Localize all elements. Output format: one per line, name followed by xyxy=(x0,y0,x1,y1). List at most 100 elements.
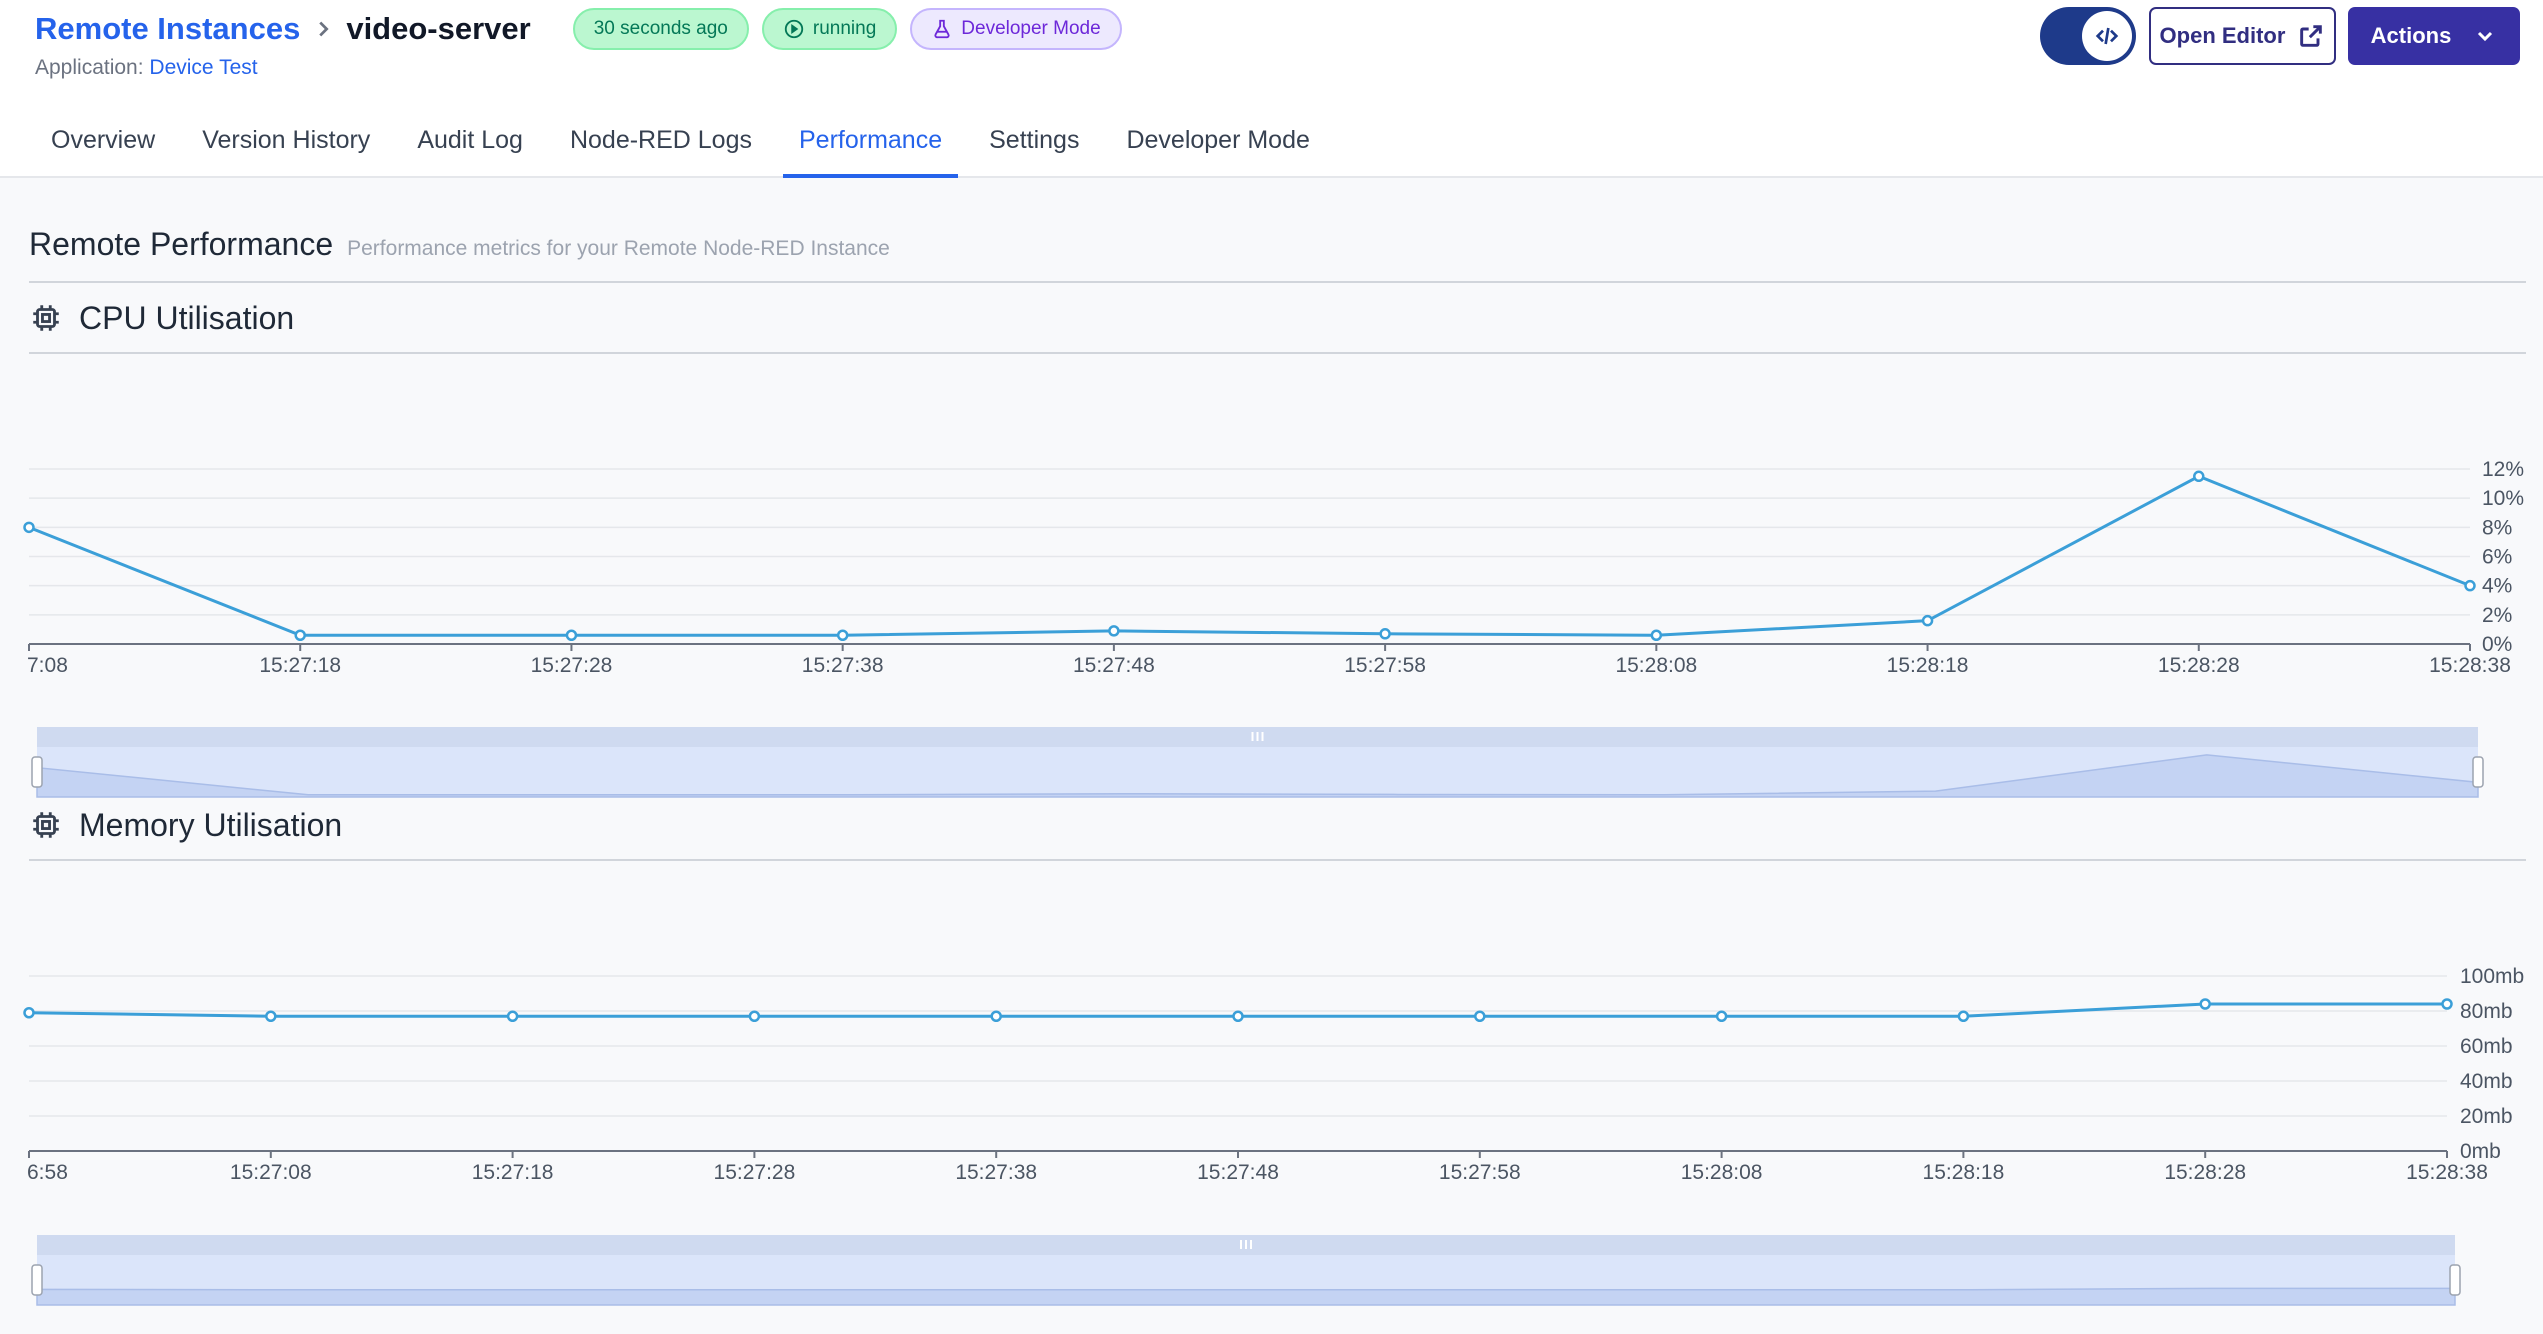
x-tick-label: 15:28:18 xyxy=(1887,654,1969,677)
x-tick-label: 15:27:38 xyxy=(955,1161,1037,1184)
last-seen-badge-label: 30 seconds ago xyxy=(593,18,728,39)
x-tick-label: 15:28:38 xyxy=(2406,1161,2488,1184)
data-point xyxy=(2199,998,2211,1010)
zoom-handle xyxy=(31,1264,43,1296)
memory-zoom-slider[interactable] xyxy=(0,1228,2543,1318)
application-line: Application: Device Test xyxy=(35,56,258,80)
data-point xyxy=(2464,579,2476,592)
tab-settings[interactable]: Settings xyxy=(973,110,1095,178)
x-tick-label: 15:27:18 xyxy=(472,1161,554,1184)
x-tick-label: 15:28:08 xyxy=(1681,1161,1763,1184)
tab-bar: Overview Version History Audit Log Node-… xyxy=(35,110,1341,178)
y-tick-label: 10% xyxy=(2482,487,2524,510)
x-tick-label: 15:27:28 xyxy=(714,1161,796,1184)
status-badge: running xyxy=(761,8,898,50)
y-tick-label: 4% xyxy=(2482,575,2512,598)
y-tick-label: 100mb xyxy=(2460,965,2524,988)
data-point xyxy=(1650,629,1663,641)
data-point xyxy=(265,1010,277,1022)
external-link-icon xyxy=(2300,25,2323,47)
breadcrumb-remote-instances-link[interactable]: Remote Instances xyxy=(35,11,300,47)
data-point xyxy=(1379,628,1391,640)
data-point xyxy=(506,1010,519,1022)
tab-audit-log-label: Audit Log xyxy=(417,126,523,154)
page-header: Remote Instances video-server 30 seconds… xyxy=(0,0,2543,178)
actions-label: Actions xyxy=(2370,23,2452,48)
developer-mode-badge-label: Developer Mode xyxy=(961,18,1101,39)
tab-overview-label: Overview xyxy=(51,126,156,154)
x-tick-label: 15:28:28 xyxy=(2158,654,2240,677)
application-link[interactable]: Device Test xyxy=(149,56,257,79)
section-subtitle: Performance metrics for your Remote Node… xyxy=(347,237,890,260)
chip-icon xyxy=(33,305,59,331)
developer-mode-badge: Developer Mode xyxy=(910,8,1122,50)
tab-node-red-logs[interactable]: Node-RED Logs xyxy=(554,110,768,178)
tab-audit-log[interactable]: Audit Log xyxy=(401,110,539,178)
data-point xyxy=(1957,1010,1970,1022)
y-tick-label: 12% xyxy=(2482,458,2524,481)
tab-settings-label: Settings xyxy=(989,126,1080,154)
chevron-down-icon xyxy=(2478,31,2493,42)
tab-overview[interactable]: Overview xyxy=(35,110,171,178)
tab-developer-mode-label: Developer Mode xyxy=(1126,126,1310,154)
zoom-handle xyxy=(31,756,43,788)
x-tick-label: 15:28:18 xyxy=(1923,1161,2005,1184)
data-point xyxy=(565,629,578,641)
data-point xyxy=(2193,470,2205,483)
data-point xyxy=(1921,614,1934,627)
x-tick-label: 15:28:38 xyxy=(2429,654,2511,677)
beaker-icon xyxy=(934,19,950,39)
zoom-area xyxy=(36,1287,2456,1306)
chip-icon xyxy=(33,812,59,838)
y-tick-label: 60mb xyxy=(2460,1035,2513,1058)
tab-version-history[interactable]: Version History xyxy=(186,110,386,178)
y-tick-label: 6% xyxy=(2482,546,2512,569)
actions-button[interactable]: Actions xyxy=(2348,7,2520,65)
tab-performance-label: Performance xyxy=(798,126,943,154)
developer-mode-toggle[interactable] xyxy=(2040,7,2136,65)
data-point xyxy=(2441,998,2453,1010)
y-tick-label: 0mb xyxy=(2460,1140,2501,1163)
data-point xyxy=(1715,1010,1728,1022)
data-point xyxy=(990,1010,1002,1022)
last-seen-badge: 30 seconds ago xyxy=(572,8,749,50)
open-editor-button[interactable]: Open Editor xyxy=(2149,7,2336,65)
tab-performance[interactable]: Performance xyxy=(782,110,959,178)
x-tick-label: 15:27:48 xyxy=(1073,654,1155,677)
data-point xyxy=(1108,625,1120,637)
breadcrumb: Remote Instances video-server 30 seconds… xyxy=(35,8,1122,50)
status-badges: 30 seconds ago running Developer Mode xyxy=(572,8,1122,50)
x-tick-label: 15:27:38 xyxy=(802,654,884,677)
x-tick-label: 15:28:28 xyxy=(2164,1161,2246,1184)
x-tick-label: 15:28:08 xyxy=(1615,654,1697,677)
code-icon xyxy=(2082,11,2132,61)
x-tick-label: 6:58 xyxy=(27,1161,68,1184)
x-tick-label: 15:27:58 xyxy=(1344,654,1426,677)
tab-developer-mode[interactable]: Developer Mode xyxy=(1110,110,1325,178)
open-editor-label: Open Editor xyxy=(2159,23,2286,48)
chevron-right-icon xyxy=(312,18,334,40)
application-label: Application: xyxy=(35,56,144,79)
page-title: video-server xyxy=(346,11,531,46)
data-point xyxy=(836,629,849,641)
cpu-chart-title: CPU Utilisation xyxy=(79,299,295,336)
remote-performance-heading: Remote Performance Performance metrics f… xyxy=(29,226,2526,283)
data-point xyxy=(748,1010,761,1022)
y-tick-label: 40mb xyxy=(2460,1070,2513,1093)
zoom-handle xyxy=(2449,1264,2461,1296)
x-tick-label: 15:27:48 xyxy=(1197,1161,1279,1184)
memory-chart-heading: Memory Utilisation xyxy=(29,791,2526,861)
data-point xyxy=(23,521,35,534)
zoom-handle xyxy=(2472,756,2484,788)
y-tick-label: 0% xyxy=(2482,633,2512,656)
x-tick-label: 15:27:58 xyxy=(1439,1161,1521,1184)
y-tick-label: 20mb xyxy=(2460,1105,2513,1128)
section-title: Remote Performance xyxy=(29,226,334,262)
y-tick-label: 80mb xyxy=(2460,1000,2513,1023)
data-point xyxy=(1232,1010,1244,1022)
data-point xyxy=(1474,1010,1486,1022)
x-tick-label: 15:27:08 xyxy=(230,1161,312,1184)
data-point xyxy=(23,1007,35,1019)
cpu-chart-heading: CPU Utilisation xyxy=(29,284,2526,354)
memory-utilisation-chart: 0mb 20mb 40mb 60mb 80mb 100mb 6:58 15:27:08 15:2… xyxy=(23,965,2524,1184)
